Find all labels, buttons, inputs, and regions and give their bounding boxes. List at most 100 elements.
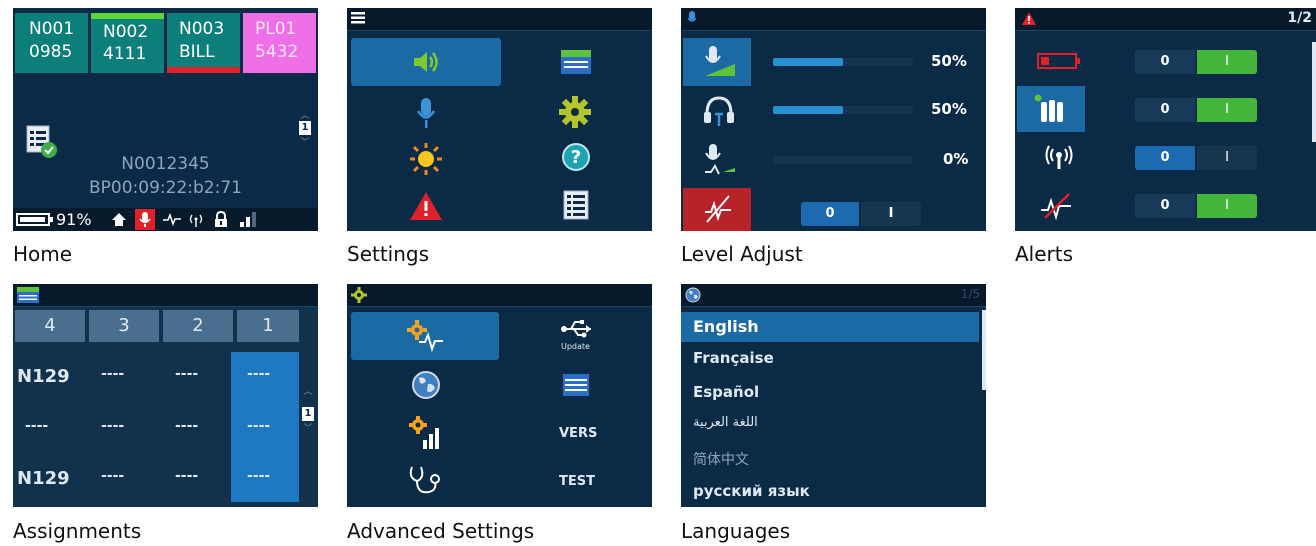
settings-item-list[interactable] (501, 184, 651, 230)
cell[interactable]: ---- (101, 468, 124, 484)
language-item-english[interactable]: English (681, 312, 979, 342)
toggle-off[interactable]: 0 (1135, 98, 1195, 122)
assignments-topbar (13, 284, 318, 307)
pulse-alert-icon (1039, 192, 1075, 220)
cell[interactable]: N129 (17, 468, 70, 489)
header-cell-1[interactable]: 1 (237, 310, 299, 342)
lock-icon (213, 211, 229, 228)
cell[interactable]: ---- (175, 366, 198, 382)
alerts-screen: 1/2 0 I 0 I 0 I 0 I (1015, 8, 1316, 231)
tile-n002[interactable]: N002 4111 (91, 13, 164, 73)
stethoscope-icon (407, 464, 443, 498)
cell[interactable]: N129 (17, 366, 70, 387)
alert-toggle-pulse[interactable]: 0 I (1135, 194, 1265, 218)
caption-alerts: Alerts (1015, 242, 1074, 266)
header-cell-4[interactable]: 4 (15, 310, 85, 342)
header-cell-2[interactable]: 2 (163, 310, 233, 342)
cell[interactable]: ---- (101, 366, 124, 382)
svg-text:?: ? (571, 147, 581, 168)
tile-line1: N001 (29, 19, 75, 39)
scroll-indicator[interactable]: ︿ 1 ﹀ (301, 384, 315, 454)
language-item-espanol[interactable]: Español (681, 378, 979, 408)
test-label: TEST (559, 474, 595, 489)
toggle-off[interactable]: 0 (1135, 146, 1195, 170)
table-row[interactable]: ---- ---- ---- ---- (13, 410, 318, 450)
level-bar-sidetone[interactable] (773, 156, 913, 164)
level-row-headset-icon-box[interactable] (683, 88, 751, 136)
alert-row-pulse[interactable]: 0 I (1015, 182, 1316, 228)
home-screen: N001 0985 N002 4111 N003 BILL PL01 5432 … (13, 8, 318, 231)
assignments-screen: 4 3 2 1 N129 ---- ---- ---- ---- ---- --… (13, 284, 318, 507)
alert-row-battery[interactable]: 0 I (1015, 38, 1316, 84)
advanced-item-version[interactable]: VERS (501, 410, 651, 456)
alert-small-icon (1021, 11, 1037, 26)
home-icon[interactable] (111, 211, 127, 227)
level-bar-mic[interactable] (773, 58, 913, 66)
settings-item-assignments[interactable] (501, 38, 651, 86)
mute-toggle[interactable]: 0 I (801, 202, 931, 226)
cell[interactable]: ---- (101, 418, 124, 434)
settings-topbar (347, 8, 652, 31)
status-indicator-red (167, 67, 240, 73)
table-row[interactable]: N129 ---- ---- ---- (13, 358, 318, 398)
settings-item-brightness[interactable] (351, 136, 501, 182)
usb-icon (561, 318, 593, 340)
tile-n001[interactable]: N001 0985 (15, 13, 88, 73)
level-bar-headset[interactable] (773, 106, 913, 114)
toggle-off[interactable]: 0 (1135, 50, 1195, 74)
settings-item-speaker[interactable] (351, 38, 501, 86)
toggle-on[interactable]: I (1197, 50, 1257, 74)
cell[interactable]: ---- (247, 366, 270, 382)
caption-assignments: Assignments (13, 519, 142, 543)
language-item-chinese[interactable]: 简体中文 (681, 444, 979, 474)
language-item-arabic[interactable]: اللغة العربية (681, 410, 979, 440)
beltpacks-icon-box (1017, 86, 1085, 132)
cell[interactable]: ---- (247, 468, 270, 484)
language-item-russian[interactable]: русский язык (681, 478, 979, 506)
alert-row-wireless[interactable]: 0 I (1015, 134, 1316, 180)
settings-item-mic[interactable] (351, 88, 501, 136)
cell[interactable]: ---- (175, 418, 198, 434)
header-cell-3[interactable]: 3 (89, 310, 159, 342)
advanced-item-signal[interactable] (351, 410, 499, 456)
settings-item-help[interactable]: ? (501, 136, 651, 182)
advanced-item-region[interactable] (351, 362, 499, 408)
cell[interactable]: ---- (247, 418, 270, 434)
alerts-topbar: 1/2 (1015, 8, 1316, 31)
gear-pulse-icon (407, 320, 445, 352)
toggle-on[interactable]: I (1197, 194, 1257, 218)
cell[interactable]: ---- (25, 418, 48, 434)
tile-n003[interactable]: N003 BILL (167, 13, 240, 73)
advanced-item-assignments[interactable] (501, 362, 651, 408)
scroll-indicator[interactable]: ︿ 1 ﹀ (298, 108, 312, 160)
level-row-mic-icon-box[interactable] (683, 38, 751, 86)
languages-screen: 1/5 English Française Español اللغة العر… (681, 284, 986, 507)
advanced-item-update[interactable]: Update (501, 312, 651, 360)
alert-toggle-battery[interactable]: 0 I (1135, 50, 1265, 74)
level-row-mute-icon-box[interactable] (683, 188, 751, 231)
advanced-item-test[interactable]: TEST (501, 458, 651, 504)
settings-item-gear[interactable] (501, 88, 651, 136)
toggle-on[interactable]: I (1197, 146, 1257, 170)
gear-signal-icon (409, 416, 443, 450)
alert-toggle-beltpacks[interactable]: 0 I (1135, 98, 1265, 122)
header-row: 4 3 2 1 (13, 308, 318, 344)
advanced-item-diagnostics[interactable] (351, 312, 499, 360)
scrollbar[interactable] (982, 310, 986, 390)
alert-toggle-wireless[interactable]: 0 I (1135, 146, 1265, 170)
scrollbar[interactable] (1312, 42, 1316, 142)
cell[interactable]: ---- (175, 468, 198, 484)
caption-languages: Languages (681, 519, 791, 543)
language-item-francaise[interactable]: Française (681, 344, 979, 374)
alert-row-beltpacks[interactable]: 0 I (1015, 86, 1316, 132)
toggle-off[interactable]: 0 (1135, 194, 1195, 218)
level-row-sidetone-icon-box[interactable] (683, 136, 751, 184)
table-row[interactable]: N129 ---- ---- ---- (13, 460, 318, 500)
advanced-item-stethoscope[interactable] (351, 458, 499, 504)
toggle-off[interactable]: 0 (801, 202, 859, 226)
toggle-on[interactable]: I (861, 202, 921, 226)
settings-item-alerts[interactable] (351, 184, 501, 230)
tile-pl01[interactable]: PL01 5432 (243, 13, 316, 73)
toggle-on[interactable]: I (1197, 98, 1257, 122)
mic-muted-icon[interactable] (135, 209, 155, 230)
